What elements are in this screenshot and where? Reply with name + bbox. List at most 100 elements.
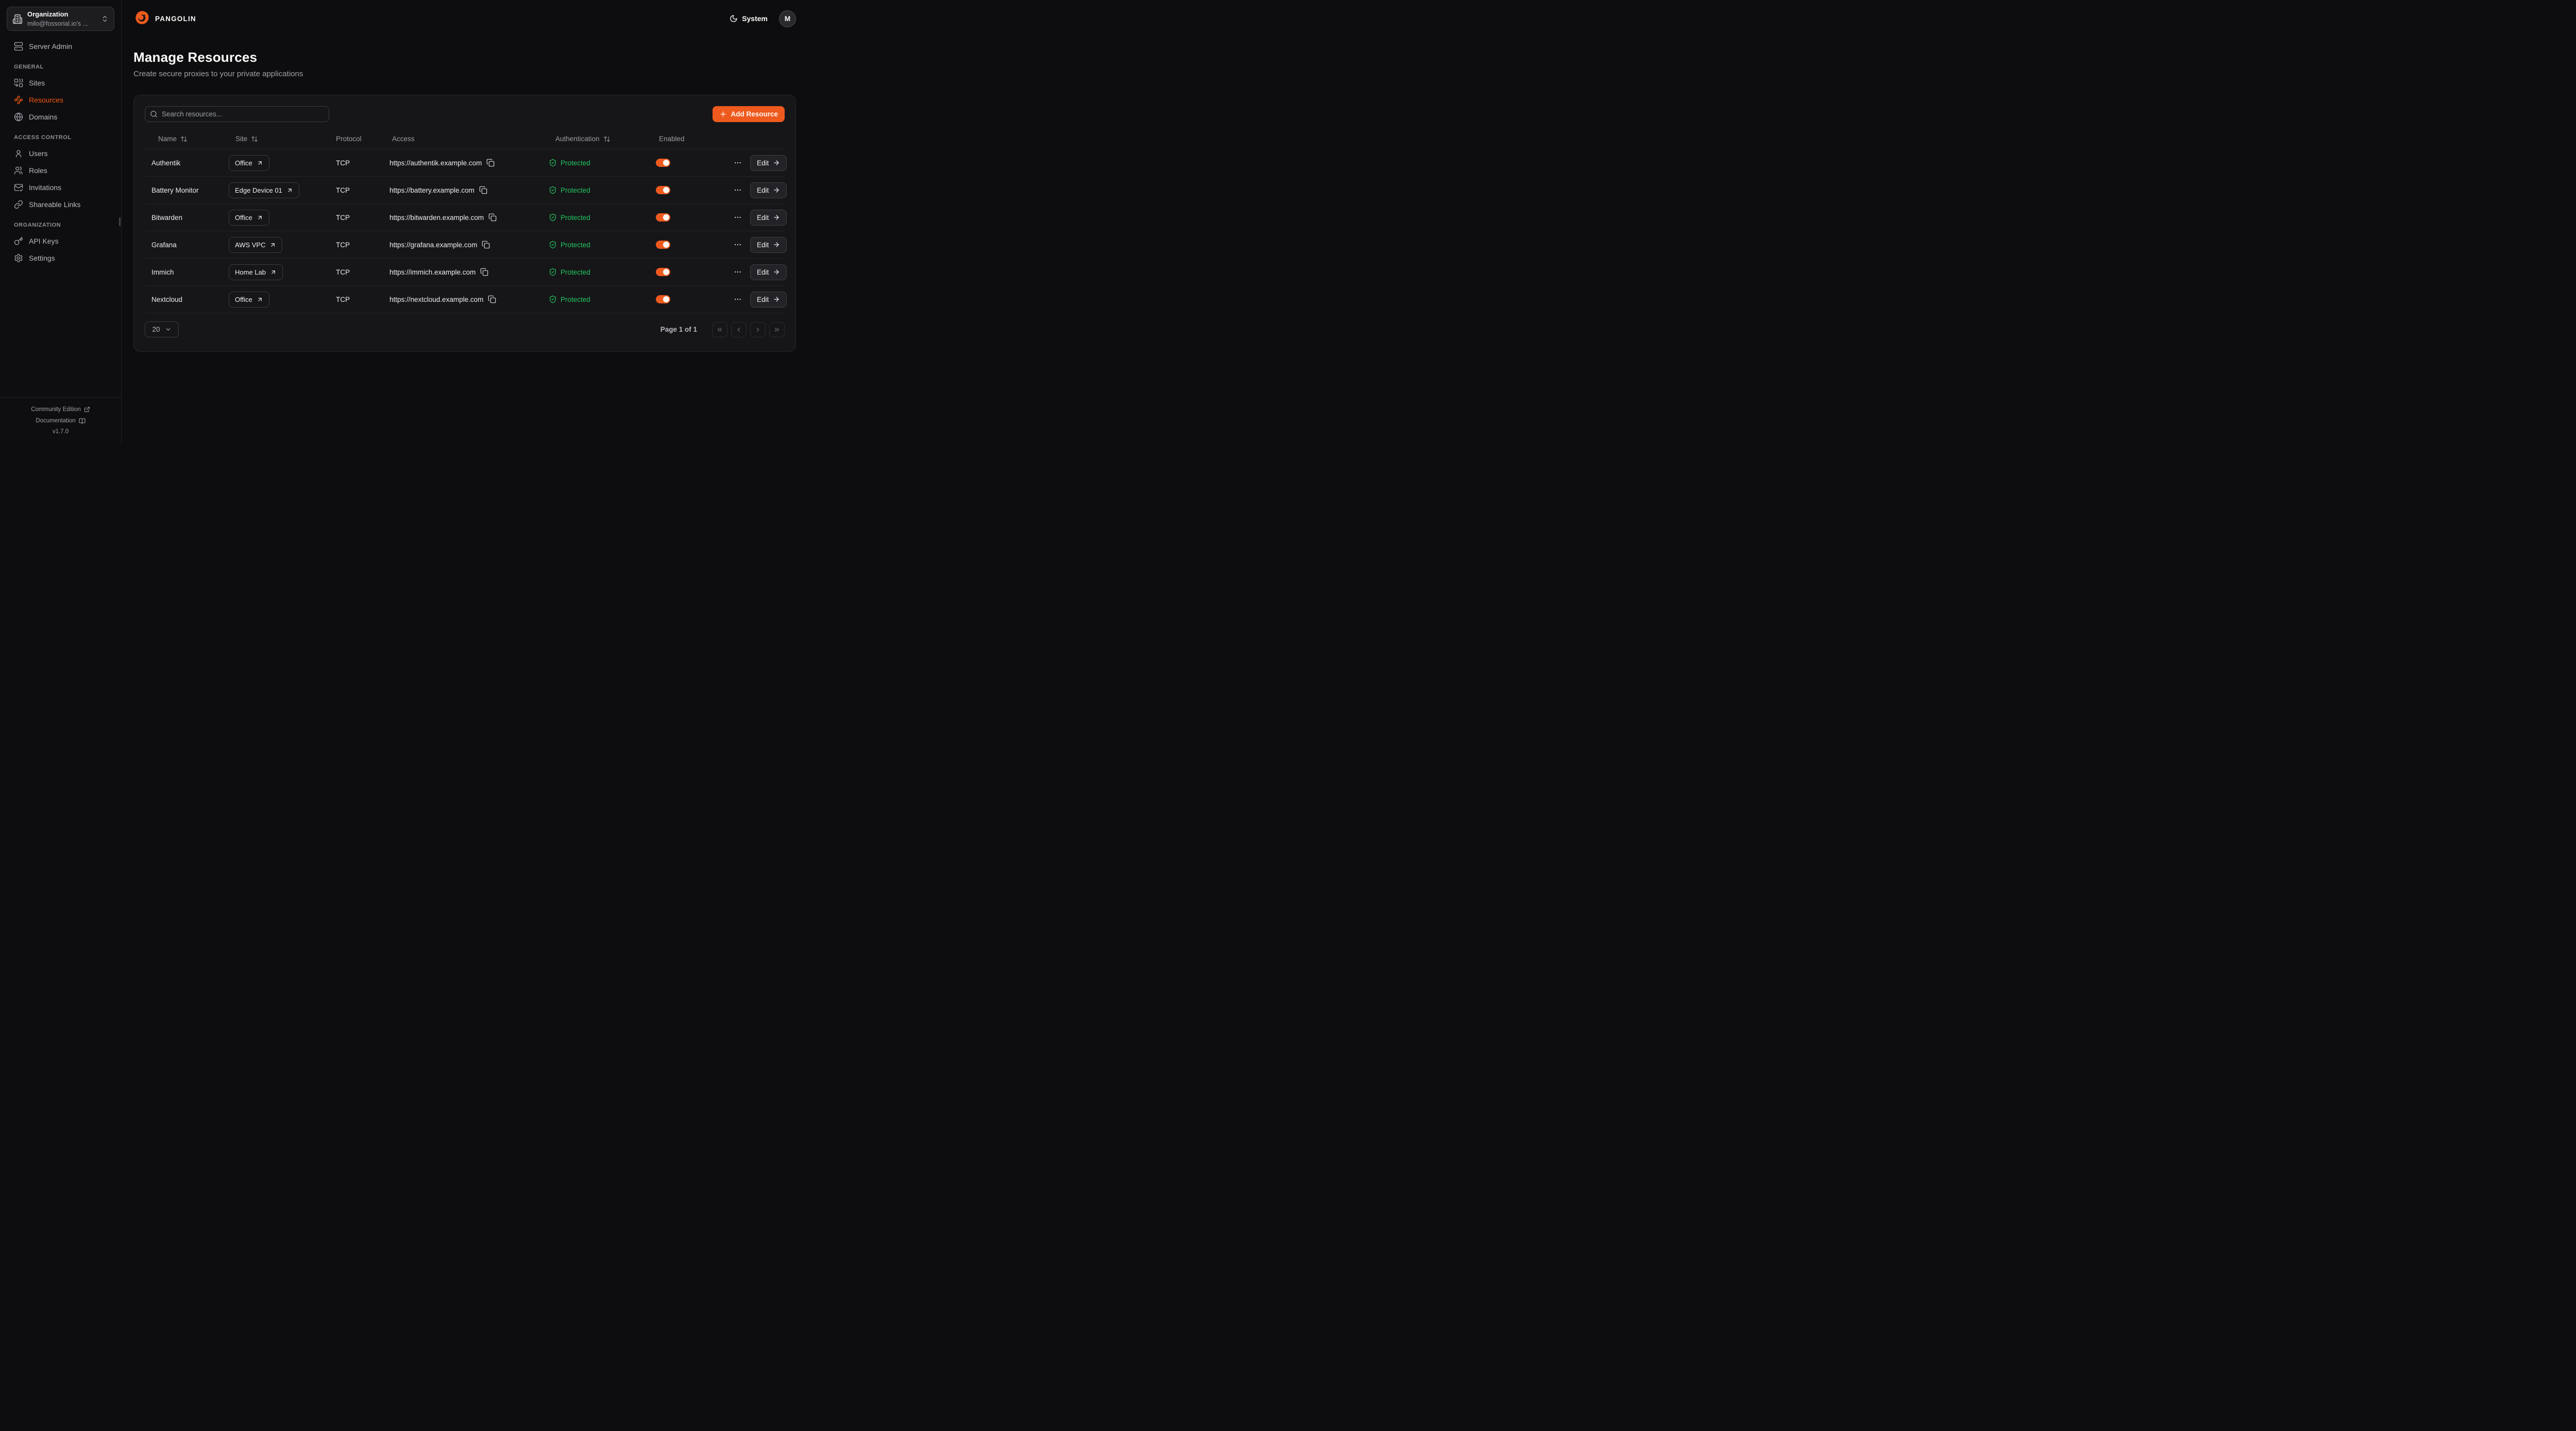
- sidebar-item-users[interactable]: Users: [7, 145, 114, 162]
- column-header-enabled: Enabled: [656, 135, 785, 143]
- sidebar-item-api-keys[interactable]: API Keys: [7, 232, 114, 249]
- ellipsis-icon: [734, 159, 742, 167]
- site-link-button[interactable]: Edge Device 01: [229, 182, 299, 198]
- chevron-right-icon: [754, 326, 761, 333]
- edit-button[interactable]: Edit: [750, 292, 787, 308]
- first-page-button[interactable]: [712, 322, 727, 337]
- search-input[interactable]: [145, 106, 329, 122]
- sidebar-item-settings[interactable]: Settings: [7, 249, 114, 266]
- access-url: https://authentik.example.com: [389, 159, 482, 167]
- avatar[interactable]: M: [779, 10, 796, 27]
- enabled-toggle[interactable]: [656, 295, 670, 303]
- arrow-right-icon: [773, 268, 780, 276]
- column-header-authentication[interactable]: Authentication: [549, 135, 656, 143]
- edit-button[interactable]: Edit: [750, 155, 787, 171]
- server-icon: [14, 42, 23, 51]
- copy-icon[interactable]: [488, 213, 497, 222]
- arrow-right-icon: [773, 241, 780, 248]
- site-link-button[interactable]: Office: [229, 155, 269, 171]
- documentation-link[interactable]: Documentation: [0, 415, 121, 427]
- sidebar-item-label: Settings: [29, 254, 55, 262]
- row-actions-menu[interactable]: [733, 294, 743, 304]
- page-status: Page 1 of 1: [660, 326, 697, 333]
- copy-icon[interactable]: [488, 295, 496, 303]
- arrow-up-right-icon: [257, 214, 263, 221]
- previous-page-button[interactable]: [731, 322, 747, 337]
- auth-status: Protected: [561, 296, 590, 303]
- ellipsis-icon: [734, 241, 742, 249]
- page-subtitle: Create secure proxies to your private ap…: [133, 70, 796, 78]
- resources-table: Name Site Protocol Access Authentication: [145, 129, 785, 313]
- access-url: https://grafana.example.com: [389, 241, 477, 249]
- edit-button[interactable]: Edit: [750, 264, 787, 280]
- resource-name: Bitwarden: [145, 214, 229, 222]
- sidebar-item-resources[interactable]: Resources: [7, 91, 114, 108]
- sidebar-scrollbar[interactable]: [119, 217, 121, 226]
- sidebar-item-label: API Keys: [29, 237, 59, 245]
- sidebar-item-domains[interactable]: Domains: [7, 108, 114, 125]
- auth-status: Protected: [561, 268, 590, 276]
- org-title: Organization: [27, 10, 68, 18]
- external-link-icon: [84, 406, 90, 413]
- copy-icon[interactable]: [480, 268, 488, 276]
- row-actions-menu[interactable]: [733, 185, 743, 195]
- sites-icon: [14, 78, 23, 88]
- page-title: Manage Resources: [133, 49, 796, 65]
- sidebar-item-invitations[interactable]: Invitations: [7, 179, 114, 196]
- sidebar-item-sites[interactable]: Sites: [7, 74, 114, 91]
- row-actions-menu[interactable]: [733, 267, 743, 277]
- page-size-select[interactable]: 20: [145, 321, 179, 337]
- gear-icon: [14, 253, 23, 263]
- sidebar-item-label: Domains: [29, 113, 57, 121]
- theme-toggle[interactable]: System: [730, 14, 768, 23]
- moon-icon: [730, 14, 738, 23]
- key-icon: [14, 236, 23, 246]
- enabled-toggle[interactable]: [656, 213, 670, 222]
- table-header: Name Site Protocol Access Authentication: [145, 129, 785, 149]
- site-link-button[interactable]: Office: [229, 210, 269, 226]
- resource-name: Immich: [145, 268, 229, 276]
- column-header-site[interactable]: Site: [229, 135, 336, 143]
- arrow-right-icon: [773, 159, 780, 166]
- edit-button[interactable]: Edit: [750, 182, 787, 198]
- enabled-toggle[interactable]: [656, 159, 670, 167]
- enabled-toggle[interactable]: [656, 268, 670, 276]
- row-actions-menu[interactable]: [733, 158, 743, 168]
- site-link-button[interactable]: Home Lab: [229, 264, 283, 280]
- site-link-button[interactable]: Office: [229, 292, 269, 308]
- ellipsis-icon: [734, 295, 742, 303]
- org-selector[interactable]: Organization milo@fossorial.io's ...: [7, 7, 114, 31]
- copy-icon[interactable]: [486, 159, 495, 167]
- access-url: https://bitwarden.example.com: [389, 214, 484, 222]
- edit-button[interactable]: Edit: [750, 210, 787, 226]
- sidebar-item-server-admin[interactable]: Server Admin: [7, 38, 114, 55]
- column-header-name[interactable]: Name: [145, 135, 229, 143]
- sidebar-item-label: Shareable Links: [29, 200, 80, 209]
- access-url: https://immich.example.com: [389, 268, 476, 276]
- row-actions-menu[interactable]: [733, 212, 743, 223]
- auth-status: Protected: [561, 241, 590, 249]
- protocol-value: TCP: [336, 186, 389, 194]
- section-label-general: GENERAL: [7, 55, 114, 74]
- protocol-value: TCP: [336, 214, 389, 222]
- section-label-access-control: ACCESS CONTROL: [7, 125, 114, 145]
- arrow-up-right-icon: [269, 242, 276, 248]
- sidebar-item-roles[interactable]: Roles: [7, 162, 114, 179]
- user-icon: [14, 149, 23, 158]
- protocol-value: TCP: [336, 159, 389, 167]
- book-open-icon: [79, 418, 86, 424]
- last-page-button[interactable]: [769, 322, 785, 337]
- resources-icon: [14, 95, 23, 105]
- site-link-button[interactable]: AWS VPC: [229, 237, 282, 253]
- community-edition-link[interactable]: Community Edition: [0, 404, 121, 415]
- copy-icon[interactable]: [482, 241, 490, 249]
- enabled-toggle[interactable]: [656, 186, 670, 194]
- enabled-toggle[interactable]: [656, 241, 670, 249]
- next-page-button[interactable]: [750, 322, 766, 337]
- copy-icon[interactable]: [479, 186, 487, 194]
- row-actions-menu[interactable]: [733, 240, 743, 250]
- edit-button[interactable]: Edit: [750, 237, 787, 253]
- add-resource-button[interactable]: Add Resource: [713, 106, 785, 122]
- sidebar-item-shareable-links[interactable]: Shareable Links: [7, 196, 114, 213]
- resource-name: Battery Monitor: [145, 186, 229, 194]
